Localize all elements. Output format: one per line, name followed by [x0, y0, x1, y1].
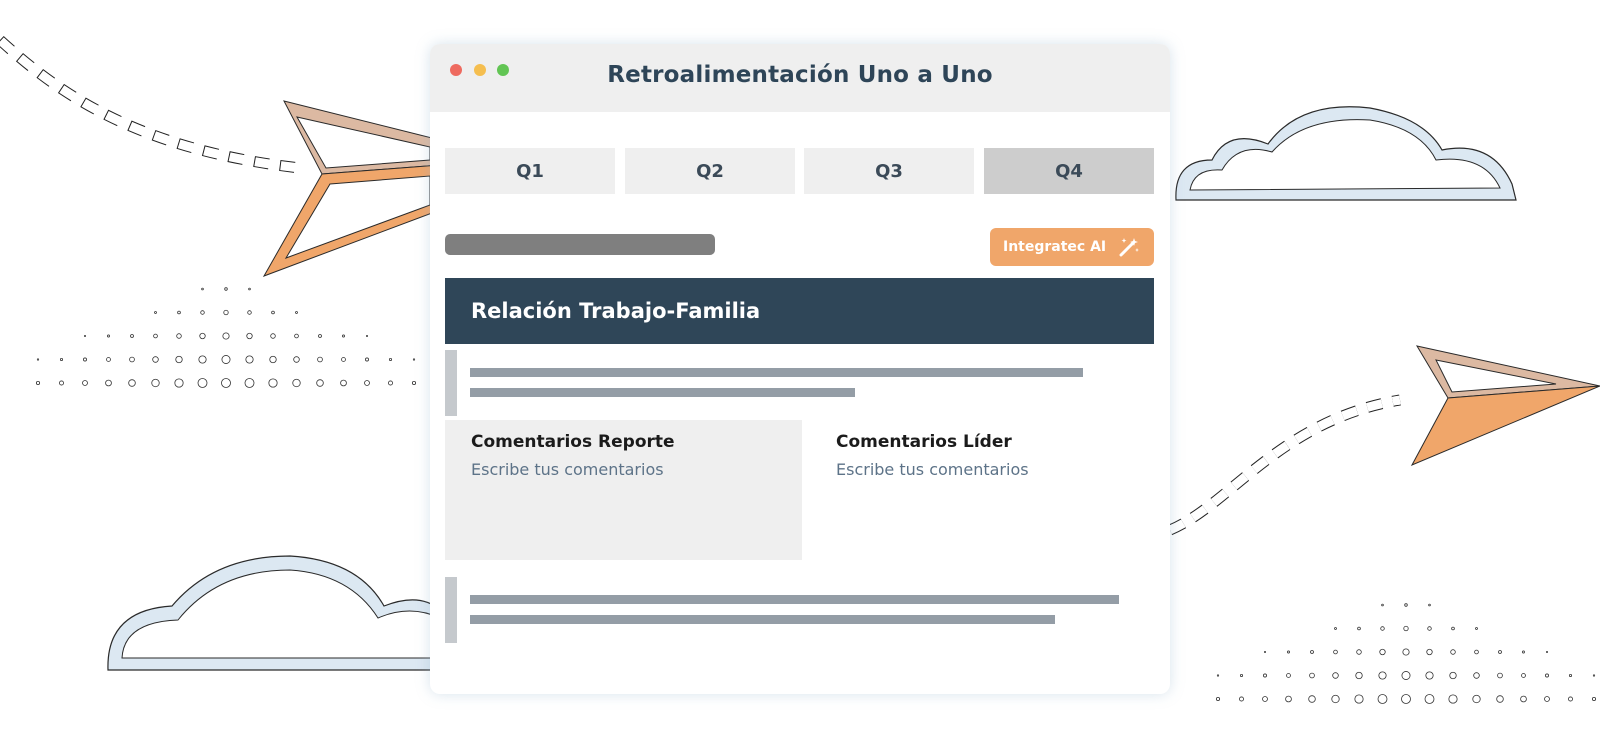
- magic-wand-icon: [1119, 238, 1139, 257]
- comments-report-box[interactable]: Comentarios Reporte Escribe tus comentar…: [445, 420, 802, 560]
- title-bar: Retroalimentación Uno a Uno: [430, 44, 1170, 112]
- tab-q1[interactable]: Q1: [445, 148, 615, 194]
- window-title: Retroalimentación Uno a Uno: [607, 62, 993, 88]
- question-text-line: [470, 615, 1055, 624]
- dot-pattern-left: [35, 287, 417, 388]
- comments-report-title: Comentarios Reporte: [471, 432, 675, 452]
- ai-button-label: Integratec AI: [1003, 239, 1107, 255]
- comments-leader-title: Comentarios Líder: [836, 432, 1012, 452]
- section-header: Relación Trabajo-Familia: [445, 278, 1154, 344]
- tab-q4[interactable]: Q4: [984, 148, 1154, 194]
- comments-report-input[interactable]: Escribe tus comentarios: [471, 460, 664, 479]
- comments-leader-input[interactable]: Escribe tus comentarios: [836, 460, 1029, 479]
- tab-q2[interactable]: Q2: [625, 148, 795, 194]
- paper-plane-left-icon: [262, 100, 441, 277]
- placeholder-title-bar: [445, 234, 715, 255]
- tab-q3[interactable]: Q3: [804, 148, 974, 194]
- section-title: Relación Trabajo-Familia: [471, 299, 761, 323]
- question-accent-bar: [445, 577, 457, 643]
- app-window: Retroalimentación Uno a Uno Q1 Q2 Q3 Q4 …: [430, 44, 1170, 694]
- dashed-flight-path-left: [0, 35, 301, 174]
- integratec-ai-button[interactable]: Integratec AI: [990, 228, 1154, 266]
- comments-leader-box[interactable]: Comentarios Líder Escribe tus comentario…: [810, 420, 1154, 560]
- dot-pattern-right: [1215, 603, 1597, 704]
- question-text-line: [470, 595, 1119, 604]
- paper-plane-right-icon: [1410, 345, 1600, 467]
- question-text-line: [470, 368, 1083, 377]
- question-accent-bar: [445, 350, 457, 416]
- question-text-line: [470, 388, 855, 397]
